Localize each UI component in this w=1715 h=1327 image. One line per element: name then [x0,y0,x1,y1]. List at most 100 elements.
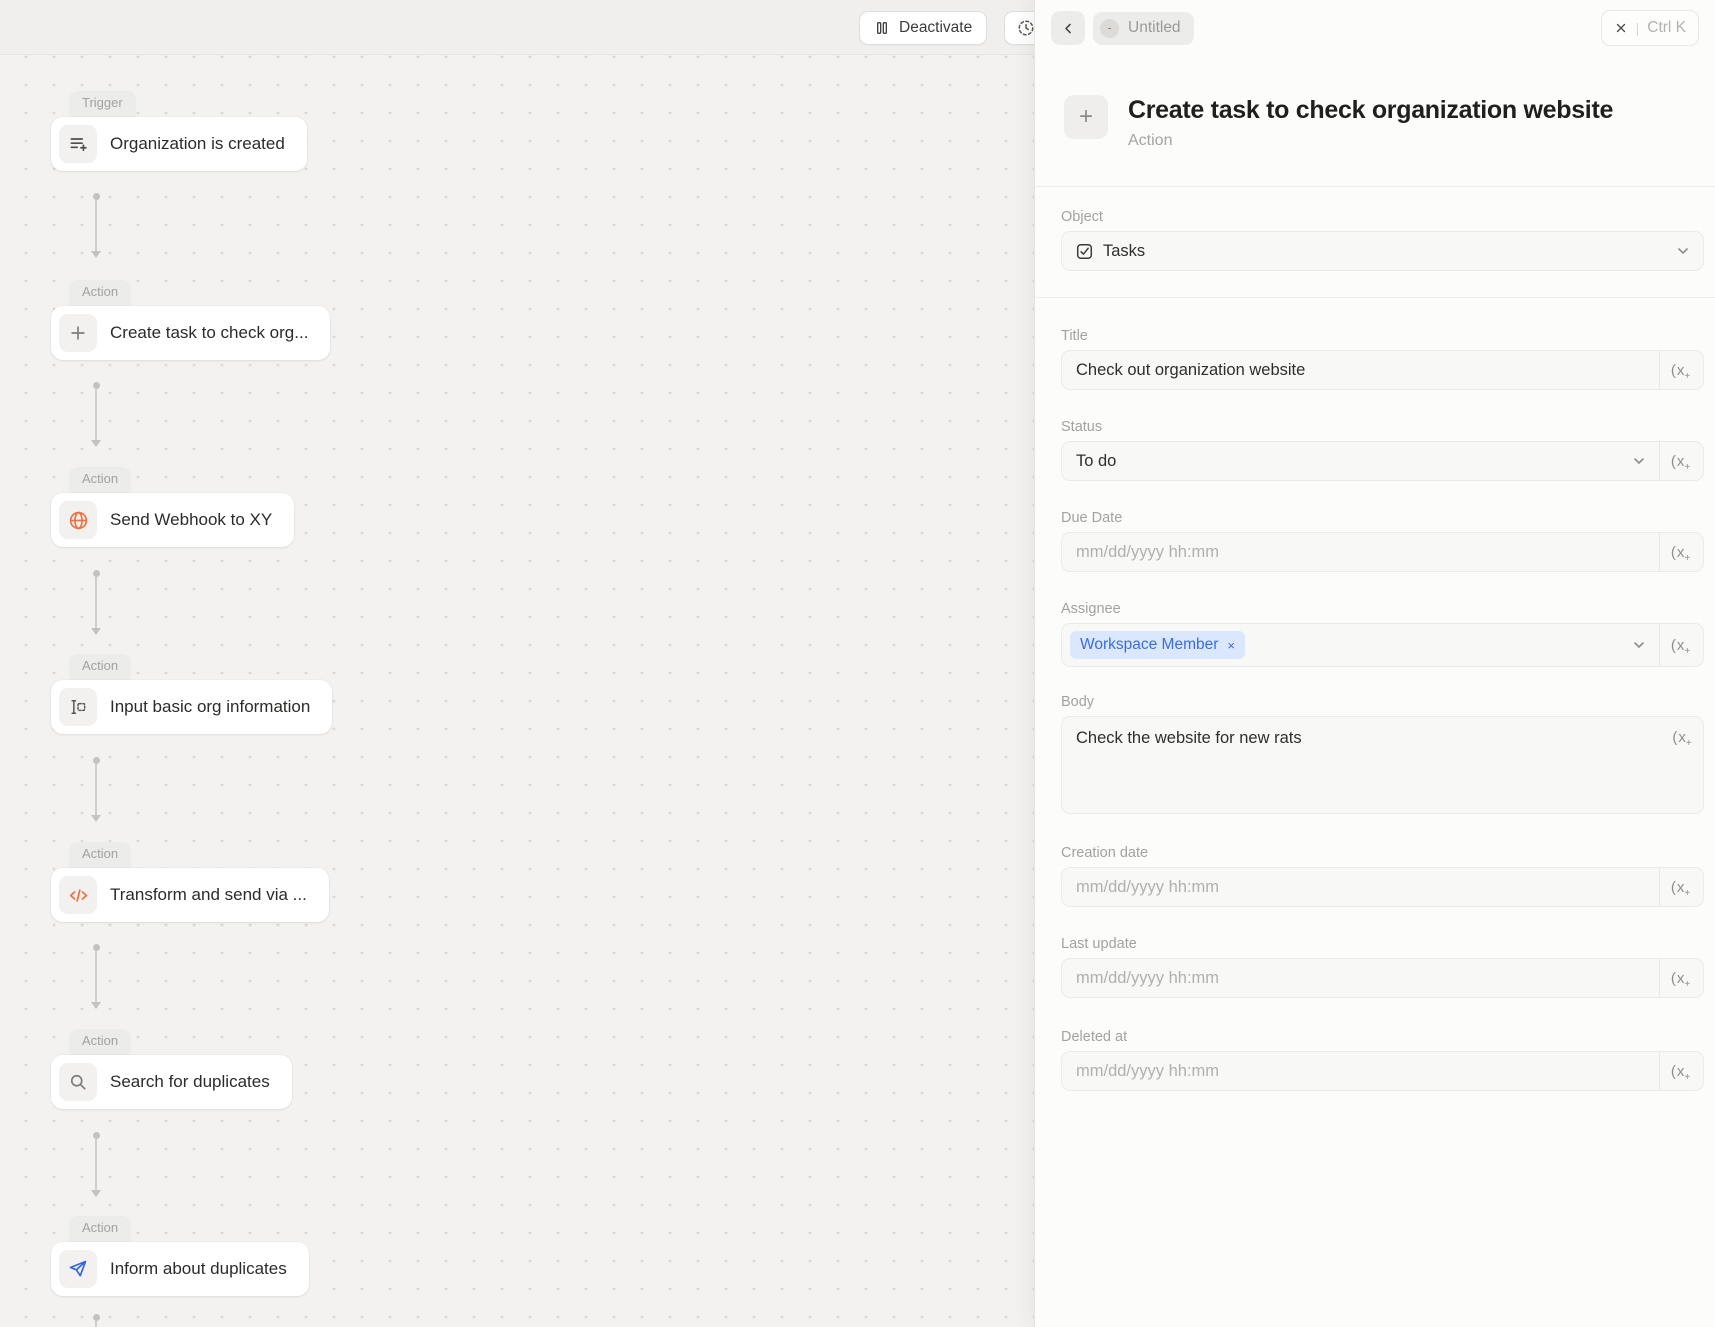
title-value: Check out organization website [1076,361,1305,380]
node-label: Transform and send via ... [110,885,307,905]
status-value: To do [1076,452,1116,471]
assignee-label: Assignee [1061,600,1704,618]
title-label: Title [1061,327,1704,345]
deleted-at-label: Deleted at [1061,1028,1704,1046]
node-trigger-organization-created[interactable]: Organization is created [51,117,307,171]
due-date-placeholder: mm/dd/yyyy hh:mm [1076,543,1219,562]
variable-icon: (x+ [1671,453,1692,470]
last-update-input[interactable]: mm/dd/yyyy hh:mm [1062,959,1659,997]
variable-icon: (x+ [1671,879,1692,896]
close-icon [1614,21,1628,35]
variable-icon: (x+ [1671,544,1692,561]
status-select[interactable]: To do [1062,442,1659,480]
node-send-webhook[interactable]: Send Webhook to XY [51,493,294,547]
node-search-duplicates[interactable]: Search for duplicates [51,1055,292,1109]
title-input-group: Check out organization website (x+ [1061,350,1704,390]
last-update-input-group: mm/dd/yyyy hh:mm (x+ [1061,958,1704,998]
status-label: Status [1061,418,1704,436]
body-textarea[interactable]: Check the website for new rats (x+ [1061,716,1704,814]
connector-arrow [90,570,102,636]
object-label: Object [1061,208,1704,226]
insert-variable-button[interactable]: (x+ [1659,533,1703,571]
title-input[interactable]: Check out organization website [1062,351,1659,389]
close-panel-button[interactable]: | Ctrl K [1601,10,1699,46]
connector-arrow [90,1314,102,1327]
assignee-select[interactable]: Workspace Member × [1062,624,1659,666]
workflow-builder-screen: Deactivate Trigger Organization is creat… [0,0,1715,1327]
task-form: Object Tasks Title [1035,208,1715,1091]
node-input-org-info[interactable]: Input basic org information [51,680,332,734]
pause-icon [874,20,890,36]
search-icon [59,1063,97,1101]
insert-variable-button[interactable]: (x+ [1659,442,1703,480]
node-label: Search for duplicates [110,1072,270,1092]
last-update-label: Last update [1061,935,1704,953]
keyboard-shortcut-label: Ctrl K [1647,19,1686,37]
due-date-input-group: mm/dd/yyyy hh:mm (x+ [1061,532,1704,572]
chevron-down-icon [1631,453,1647,469]
assignee-chip-label: Workspace Member [1080,636,1218,654]
object-select[interactable]: Tasks [1061,231,1704,271]
connector-arrow [90,757,102,823]
body-value: Check the website for new rats [1062,717,1703,748]
globe-icon [59,501,97,539]
insert-variable-button[interactable]: (x+ [1659,868,1703,906]
assignee-chip[interactable]: Workspace Member × [1070,631,1245,659]
insert-variable-button[interactable]: (x+ [1659,959,1703,997]
due-date-label: Due Date [1061,509,1704,527]
playlist-add-icon [59,125,97,163]
assignee-select-group: Workspace Member × (x+ [1061,623,1704,667]
deactivate-label: Deactivate [899,19,972,37]
remove-assignee-icon[interactable]: × [1227,639,1235,652]
node-label: Inform about duplicates [110,1259,287,1279]
node-label: Send Webhook to XY [110,510,272,530]
due-date-input[interactable]: mm/dd/yyyy hh:mm [1062,533,1659,571]
variable-icon: (x+ [1671,637,1692,654]
node-label: Input basic org information [110,697,310,717]
node-inform-duplicates[interactable]: Inform about duplicates [51,1242,309,1296]
workflow-name-pill[interactable]: - Untitled [1093,12,1194,45]
chevron-left-icon [1061,21,1076,36]
connector-arrow [90,193,102,259]
panel-top-bar: - Untitled | Ctrl K [1035,0,1715,56]
connector-arrow [90,382,102,448]
creation-date-input-group: mm/dd/yyyy hh:mm (x+ [1061,867,1704,907]
panel-header: + Create task to check organization webs… [1035,56,1715,150]
chevron-down-icon [1675,243,1691,259]
canvas-toolbar: Deactivate [0,0,1034,55]
creation-date-input[interactable]: mm/dd/yyyy hh:mm [1062,868,1659,906]
insert-variable-button[interactable]: (x+ [1659,1052,1703,1090]
insert-variable-button[interactable]: (x+ [1665,723,1701,751]
creation-date-placeholder: mm/dd/yyyy hh:mm [1076,878,1219,897]
insert-variable-button[interactable]: (x+ [1659,351,1703,389]
history-clock-icon [1017,19,1035,37]
deleted-at-placeholder: mm/dd/yyyy hh:mm [1076,1062,1219,1081]
status-select-group: To do (x+ [1061,441,1704,481]
checkbox-icon [1076,243,1093,260]
body-label: Body [1061,693,1704,711]
object-value: Tasks [1103,242,1145,261]
node-create-task[interactable]: Create task to check org... [51,306,330,360]
node-transform-send[interactable]: Transform and send via ... [51,868,329,922]
variable-icon: (x+ [1671,362,1692,379]
divider [1035,186,1715,187]
deleted-at-input[interactable]: mm/dd/yyyy hh:mm [1062,1052,1659,1090]
last-update-placeholder: mm/dd/yyyy hh:mm [1076,969,1219,988]
variable-icon: (x+ [1672,729,1693,746]
send-icon [59,1250,97,1288]
workflow-name: Untitled [1128,19,1181,37]
connector-arrow [90,1132,102,1198]
deleted-at-input-group: mm/dd/yyyy hh:mm (x+ [1061,1051,1704,1091]
deactivate-button[interactable]: Deactivate [859,11,987,45]
panel-subtitle: Action [1128,132,1613,150]
node-config-panel: - Untitled | Ctrl K + Create task to che… [1034,0,1715,1327]
shortcut-separator: | [1636,20,1640,36]
workflow-status-badge: - [1100,19,1119,38]
insert-variable-button[interactable]: (x+ [1659,624,1703,666]
divider [1035,297,1715,298]
back-button[interactable] [1051,11,1085,45]
input-cursor-icon [59,688,97,726]
variable-icon: (x+ [1671,1063,1692,1080]
plus-icon: + [1064,95,1108,139]
code-icon [59,876,97,914]
